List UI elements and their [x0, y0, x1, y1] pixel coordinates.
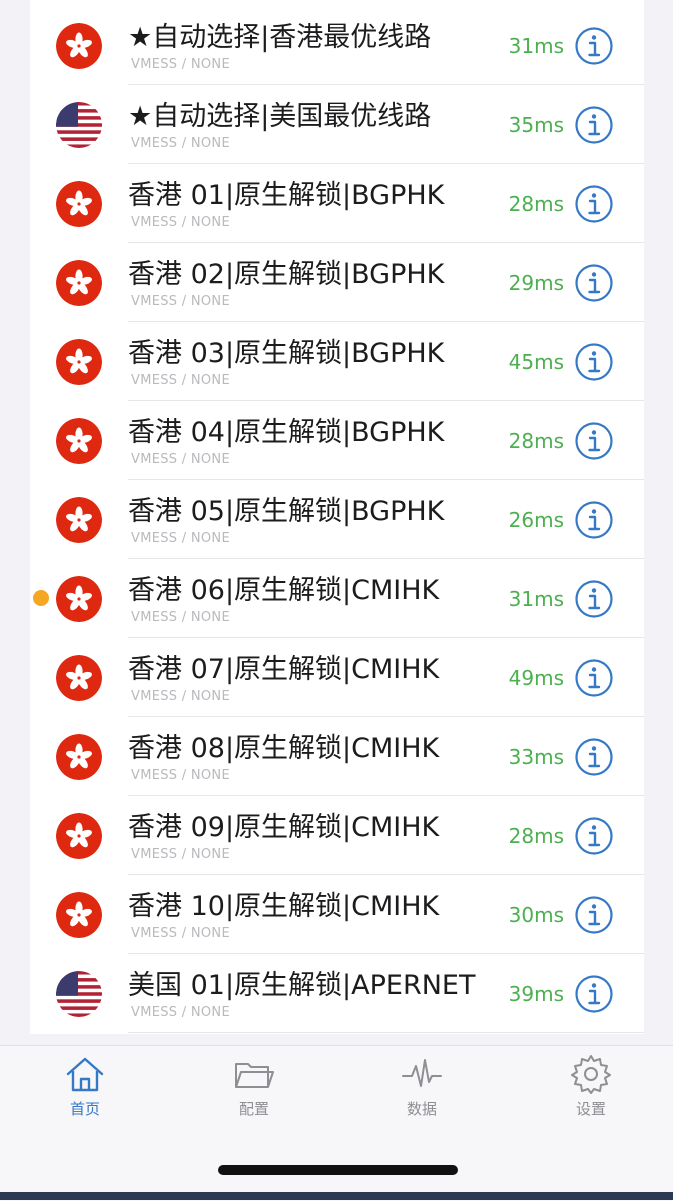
tab-data[interactable]: 数据 — [372, 1052, 472, 1122]
folder-icon — [204, 1052, 304, 1096]
server-row[interactable]: ★自动选择|香港最优线路 VMESS / NONE 31ms — [30, 6, 644, 85]
server-name: 香港 02|原生解锁|BGPHK — [128, 259, 445, 290]
server-protocol: VMESS / NONE — [131, 136, 230, 151]
hong-kong-flag-icon — [56, 260, 102, 306]
server-protocol: VMESS / NONE — [131, 847, 230, 862]
server-protocol: VMESS / NONE — [131, 452, 230, 467]
tab-label: 配置 — [238, 1100, 269, 1118]
server-row[interactable]: 香港 01|原生解锁|BGPHK VMESS / NONE 28ms — [30, 164, 644, 243]
server-row[interactable]: 香港 03|原生解锁|BGPHK VMESS / NONE 45ms — [30, 322, 644, 401]
hong-kong-flag-icon — [56, 734, 102, 780]
server-protocol: VMESS / NONE — [131, 215, 230, 230]
server-protocol: VMESS / NONE — [131, 610, 230, 625]
server-latency: 26ms — [508, 508, 564, 532]
server-latency: 30ms — [508, 903, 564, 927]
selected-indicator — [33, 590, 49, 606]
server-row[interactable]: 香港 07|原生解锁|CMIHK VMESS / NONE 49ms — [30, 638, 644, 717]
server-latency: 35ms — [508, 113, 564, 137]
server-name: 香港 07|原生解锁|CMIHK — [128, 654, 440, 685]
info-icon[interactable] — [574, 26, 614, 66]
server-name: 香港 03|原生解锁|BGPHK — [128, 338, 445, 369]
tab-bar: 首页 配置 数据 设置 — [0, 1045, 673, 1201]
server-row[interactable]: ★自动选择|美国最优线路 VMESS / NONE 35ms — [30, 85, 644, 164]
hong-kong-flag-icon — [56, 576, 102, 622]
hong-kong-flag-icon — [56, 892, 102, 938]
tab-settings[interactable]: 设置 — [541, 1052, 641, 1122]
tab-label: 首页 — [69, 1100, 100, 1118]
server-protocol: VMESS / NONE — [131, 768, 230, 783]
server-latency: 45ms — [508, 350, 564, 374]
tab-label: 设置 — [575, 1100, 606, 1118]
server-protocol: VMESS / NONE — [131, 1005, 230, 1020]
us-flag-icon — [56, 102, 102, 148]
server-row[interactable]: 香港 08|原生解锁|CMIHK VMESS / NONE 33ms — [30, 717, 644, 796]
tab-config[interactable]: 配置 — [204, 1052, 304, 1122]
row-separator — [128, 1032, 644, 1033]
info-icon[interactable] — [574, 658, 614, 698]
us-flag-icon — [56, 971, 102, 1017]
server-latency: 39ms — [508, 982, 564, 1006]
server-protocol: VMESS / NONE — [131, 689, 230, 704]
server-row[interactable]: 香港 05|原生解锁|BGPHK VMESS / NONE 26ms — [30, 480, 644, 559]
server-name: 香港 06|原生解锁|CMIHK — [128, 575, 440, 606]
info-icon[interactable] — [574, 816, 614, 856]
waveform-icon — [372, 1052, 472, 1096]
info-icon[interactable] — [574, 421, 614, 461]
home-indicator[interactable] — [218, 1165, 458, 1175]
info-icon[interactable] — [574, 974, 614, 1014]
server-list: ★自动选择|香港最优线路 VMESS / NONE 31ms ★自动选择|美国最… — [30, 0, 644, 1034]
server-latency: 28ms — [508, 429, 564, 453]
server-latency: 28ms — [508, 192, 564, 216]
bottom-edge — [0, 1192, 673, 1200]
server-row[interactable]: 美国 01|原生解锁|APERNET VMESS / NONE 39ms — [30, 954, 644, 1033]
info-icon[interactable] — [574, 737, 614, 777]
server-protocol: VMESS / NONE — [131, 926, 230, 941]
server-row[interactable]: 香港 06|原生解锁|CMIHK VMESS / NONE 31ms — [30, 559, 644, 638]
info-icon[interactable] — [574, 895, 614, 935]
server-name: 香港 04|原生解锁|BGPHK — [128, 417, 445, 448]
server-latency: 28ms — [508, 824, 564, 848]
server-latency: 29ms — [508, 271, 564, 295]
server-latency: 31ms — [508, 587, 564, 611]
hong-kong-flag-icon — [56, 23, 102, 69]
server-name: ★自动选择|香港最优线路 — [128, 22, 432, 53]
server-name: ★自动选择|美国最优线路 — [128, 101, 432, 132]
hong-kong-flag-icon — [56, 497, 102, 543]
server-row[interactable]: 香港 02|原生解锁|BGPHK VMESS / NONE 29ms — [30, 243, 644, 322]
server-name: 香港 09|原生解锁|CMIHK — [128, 812, 440, 843]
hong-kong-flag-icon — [56, 339, 102, 385]
server-name: 香港 01|原生解锁|BGPHK — [128, 180, 445, 211]
server-latency: 49ms — [508, 666, 564, 690]
server-name: 香港 05|原生解锁|BGPHK — [128, 496, 445, 527]
server-protocol: VMESS / NONE — [131, 531, 230, 546]
hong-kong-flag-icon — [56, 655, 102, 701]
info-icon[interactable] — [574, 184, 614, 224]
server-latency: 31ms — [508, 34, 564, 58]
info-icon[interactable] — [574, 342, 614, 382]
server-protocol: VMESS / NONE — [131, 373, 230, 388]
info-icon[interactable] — [574, 579, 614, 619]
hong-kong-flag-icon — [56, 418, 102, 464]
info-icon[interactable] — [574, 105, 614, 145]
server-name: 香港 08|原生解锁|CMIHK — [128, 733, 440, 764]
tab-label: 数据 — [406, 1100, 437, 1118]
server-row[interactable]: 香港 10|原生解锁|CMIHK VMESS / NONE 30ms — [30, 875, 644, 954]
info-icon[interactable] — [574, 263, 614, 303]
server-row[interactable]: 香港 04|原生解锁|BGPHK VMESS / NONE 28ms — [30, 401, 644, 480]
gear-icon — [541, 1052, 641, 1096]
server-name: 美国 01|原生解锁|APERNET — [128, 970, 476, 1001]
hong-kong-flag-icon — [56, 181, 102, 227]
home-icon — [35, 1052, 135, 1096]
server-protocol: VMESS / NONE — [131, 294, 230, 309]
tab-home[interactable]: 首页 — [35, 1052, 135, 1122]
server-name: 香港 10|原生解锁|CMIHK — [128, 891, 440, 922]
server-protocol: VMESS / NONE — [131, 57, 230, 72]
server-row[interactable]: 香港 09|原生解锁|CMIHK VMESS / NONE 28ms — [30, 796, 644, 875]
hong-kong-flag-icon — [56, 813, 102, 859]
info-icon[interactable] — [574, 500, 614, 540]
server-latency: 33ms — [508, 745, 564, 769]
